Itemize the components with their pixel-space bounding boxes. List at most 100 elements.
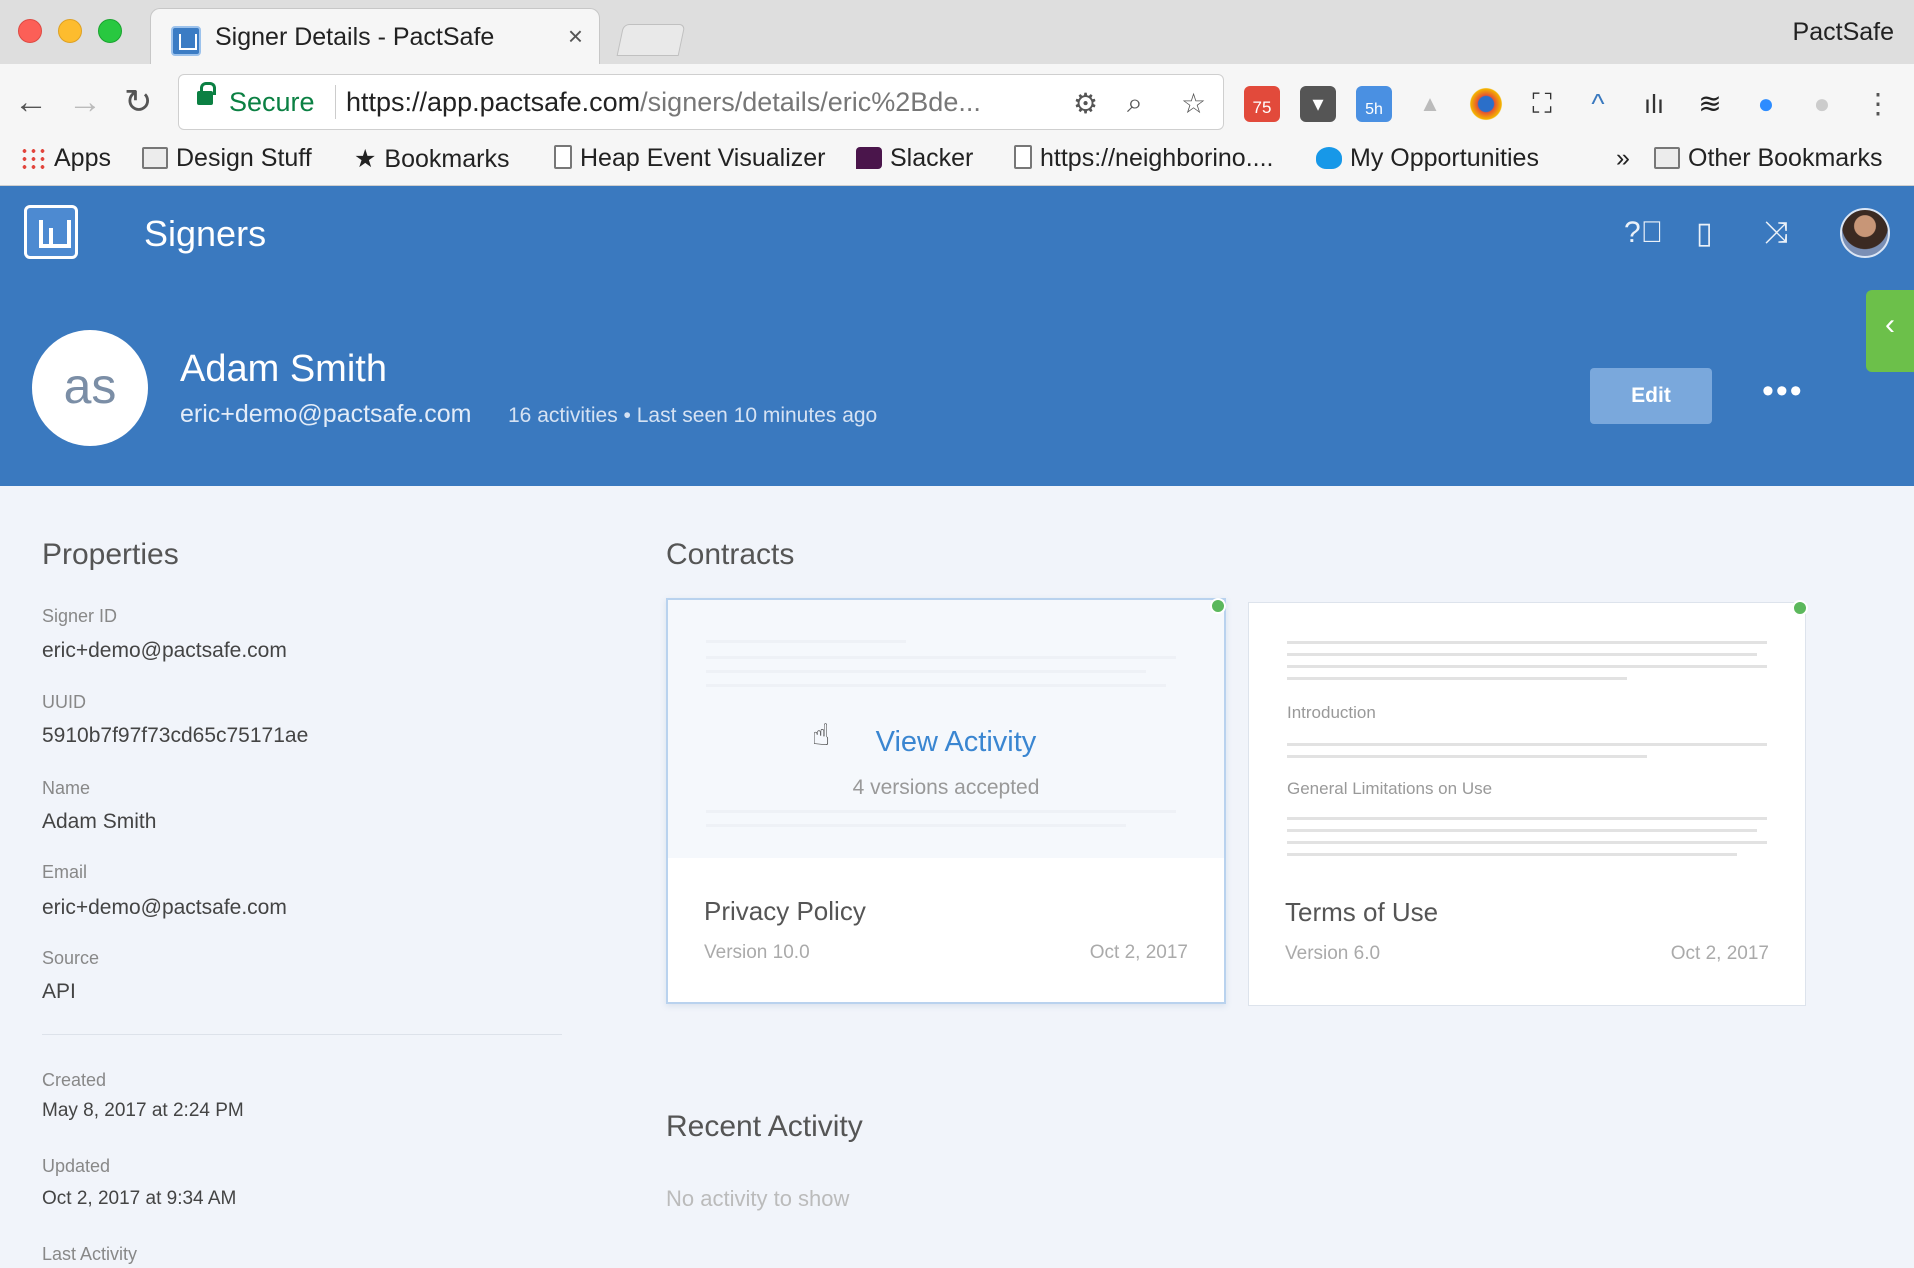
- preview-text-line: [1287, 829, 1757, 832]
- caret-extension-icon[interactable]: ^: [1580, 86, 1616, 122]
- card-preview: Introduction General Limitations on Use: [1249, 603, 1805, 861]
- bookmark-apps[interactable]: Apps: [20, 144, 111, 173]
- contract-card-terms-of-use[interactable]: Introduction General Limitations on Use …: [1248, 602, 1806, 1006]
- minimize-window-button[interactable]: [58, 19, 82, 43]
- preview-text-line: [1287, 665, 1767, 668]
- bookmark-other-label: Other Bookmarks: [1688, 144, 1883, 172]
- browser-toolbar: ← → ↻ Secure https://app.pactsafe.com/si…: [0, 64, 1914, 140]
- timer-extension-icon[interactable]: 5h: [1356, 86, 1392, 122]
- document-icon[interactable]: ▯: [1696, 216, 1713, 251]
- status-dot-terms-of-use: [1792, 600, 1808, 616]
- tab-close-icon[interactable]: ×: [568, 21, 583, 52]
- edit-button[interactable]: Edit: [1590, 368, 1712, 424]
- contract-date: Oct 2, 2017: [1089, 942, 1188, 963]
- url-host: https://app.pactsafe.com: [346, 87, 641, 117]
- view-activity-link[interactable]: View Activity: [668, 726, 1224, 759]
- color-picker-extension-icon[interactable]: [1468, 86, 1504, 122]
- zoom-extension-icon[interactable]: ●: [1748, 86, 1784, 122]
- url-separator: [335, 85, 336, 119]
- bookmark-my-opportunities[interactable]: My Opportunities: [1316, 144, 1539, 173]
- recent-activity-title: Recent Activity: [666, 1110, 863, 1143]
- address-bar[interactable]: Secure https://app.pactsafe.com/signers/…: [178, 74, 1224, 130]
- preview-text-line: [1287, 853, 1737, 856]
- preview-heading-general-limitations: General Limitations on Use: [1287, 779, 1493, 798]
- preview-text-line: [706, 640, 906, 643]
- properties-title: Properties: [42, 538, 179, 571]
- side-drawer-tab[interactable]: ‹: [1866, 290, 1914, 372]
- contracts-title: Contracts: [666, 538, 795, 571]
- bookmark-neighborino[interactable]: https://neighborino....: [1014, 144, 1273, 173]
- maximize-window-button[interactable]: [98, 19, 122, 43]
- preview-text-line: [1287, 743, 1767, 746]
- buffer-extension-icon[interactable]: ≋: [1692, 86, 1728, 122]
- close-window-button[interactable]: [18, 19, 42, 43]
- extension-puzzle-icon[interactable]: ⚙: [1073, 87, 1098, 120]
- contract-title: Privacy Policy: [704, 896, 866, 926]
- prop-label-created: Created: [42, 1070, 107, 1090]
- signer-email: eric+demo@pactsafe.com: [180, 400, 472, 428]
- shuffle-icon[interactable]: ⤨: [1764, 216, 1788, 250]
- contract-title: Terms of Use: [1285, 897, 1439, 927]
- preview-text-line: [1287, 641, 1767, 644]
- new-tab-button[interactable]: [616, 24, 686, 56]
- bookmark-heap[interactable]: Heap Event Visualizer: [554, 144, 826, 173]
- audio-extension-icon[interactable]: ılı: [1636, 86, 1672, 122]
- salesforce-cloud-icon: [1316, 147, 1342, 169]
- pocket-extension-icon[interactable]: ▾: [1300, 86, 1336, 122]
- preview-text-line: [1287, 841, 1767, 844]
- drive-extension-icon[interactable]: ▲: [1412, 86, 1448, 122]
- bookmark-design-stuff[interactable]: Design Stuff: [142, 144, 312, 173]
- reload-icon[interactable]: ↻: [124, 82, 153, 122]
- preview-text-line: [706, 656, 1176, 659]
- chevron-left-icon: ‹: [1885, 308, 1895, 341]
- preview-text-line: [706, 670, 1146, 673]
- screenshot-extension-icon[interactable]: ⛶: [1524, 86, 1560, 122]
- prop-value-signer-id: eric+demo@pactsafe.com: [42, 639, 287, 662]
- slacker-icon: [856, 147, 882, 169]
- contract-card-privacy-policy[interactable]: ☝ View Activity 4 versions accepted Priv…: [666, 598, 1226, 1004]
- prop-label-source: Source: [42, 948, 100, 968]
- bookmark-star-icon[interactable]: ☆: [1181, 87, 1206, 120]
- preview-heading-introduction: Introduction: [1287, 703, 1376, 722]
- browser-menu-icon[interactable]: ⋮: [1860, 86, 1896, 122]
- prop-label-uuid: UUID: [42, 692, 86, 712]
- preview-text-line: [1287, 817, 1767, 820]
- prop-value-updated: Oct 2, 2017 at 9:34 AM: [42, 1188, 237, 1209]
- pactsafe-favicon-icon: [171, 26, 201, 56]
- zoom-icon[interactable]: ⌕: [1127, 87, 1143, 120]
- forward-arrow-icon[interactable]: →: [68, 82, 102, 122]
- prop-label-signer-id: Signer ID: [42, 606, 118, 626]
- bookmark-apps-label: Apps: [54, 144, 111, 172]
- calendar-extension-icon[interactable]: 75: [1244, 86, 1280, 122]
- url-text[interactable]: https://app.pactsafe.com/signers/details…: [346, 87, 981, 118]
- browser-tab-active[interactable]: Signer Details - PactSafe ×: [150, 8, 600, 66]
- more-options-button[interactable]: •••: [1762, 372, 1804, 411]
- signer-activity-meta: 16 activities • Last seen 10 minutes ago: [508, 404, 878, 427]
- bookmarks-overflow-button[interactable]: »: [1616, 144, 1630, 173]
- help-icon[interactable]: ?⃝: [1624, 216, 1663, 250]
- bookmark-slacker-label: Slacker: [890, 144, 974, 172]
- pactsafe-logo-icon[interactable]: [24, 205, 78, 259]
- bookmark-bookmarks-label: Bookmarks: [384, 145, 510, 173]
- prop-label-name: Name: [42, 778, 91, 798]
- contract-version: Version 6.0: [1285, 943, 1381, 964]
- apps-grid-icon: [20, 147, 46, 169]
- page-icon: [554, 145, 572, 169]
- user-avatar[interactable]: [1840, 208, 1890, 258]
- recent-activity-empty: No activity to show: [666, 1186, 850, 1211]
- prop-value-source: API: [42, 980, 76, 1003]
- folder-icon: [1654, 147, 1680, 169]
- bookmark-other-bookmarks[interactable]: Other Bookmarks: [1654, 144, 1883, 173]
- preview-text-line: [1287, 677, 1627, 680]
- bookmark-slacker[interactable]: Slacker: [856, 144, 973, 173]
- browser-profile-name[interactable]: PactSafe: [1793, 18, 1894, 47]
- preview-text-line: [706, 810, 1176, 813]
- contract-version: Version 10.0: [704, 942, 810, 963]
- preview-text-line: [1287, 755, 1647, 758]
- back-arrow-icon[interactable]: ←: [14, 82, 48, 122]
- ublock-extension-icon[interactable]: ●: [1804, 86, 1840, 122]
- tab-title: Signer Details - PactSafe: [215, 23, 495, 51]
- bookmark-bookmarks[interactable]: ★ Bookmarks: [354, 144, 509, 174]
- secure-label: Secure: [229, 87, 315, 117]
- preview-text-line: [706, 684, 1166, 687]
